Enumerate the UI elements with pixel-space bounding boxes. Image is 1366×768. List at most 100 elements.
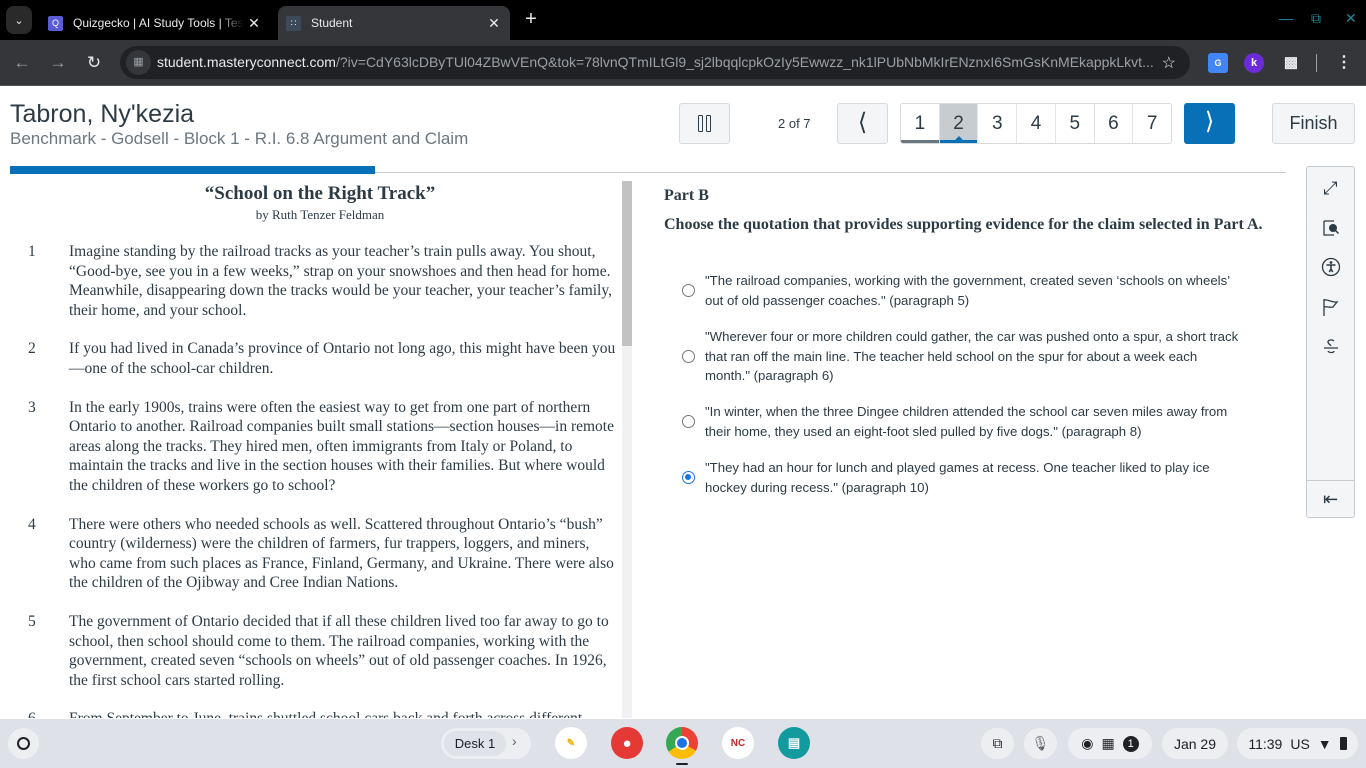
k-extension-icon[interactable]: k: [1244, 53, 1264, 73]
date-label: Jan 29: [1173, 735, 1217, 752]
time-label: 11:39: [1248, 735, 1283, 752]
previous-question-button[interactable]: ⟨: [837, 103, 888, 144]
classroom-app-icon[interactable]: ▤: [778, 727, 810, 759]
launcher-button[interactable]: [8, 728, 39, 759]
passage-paragraph: 4 There were others who needed schools as…: [0, 515, 631, 593]
answer-radio[interactable]: [682, 349, 695, 363]
tab-search-button[interactable]: ⌄: [6, 6, 32, 34]
browser-tab-strip: ⌄ Q Quizgecko | AI Study Tools | Test ✕ …: [0, 0, 1366, 40]
question-page-1[interactable]: 1: [901, 104, 940, 143]
question-page-2[interactable]: 2: [939, 104, 979, 143]
tools-sidebar: ⤢ ⇤: [1306, 166, 1355, 518]
finish-button[interactable]: Finish: [1272, 103, 1355, 144]
question-page-4[interactable]: 4: [1017, 104, 1056, 143]
question-page-5[interactable]: 5: [1055, 104, 1095, 143]
launcher-icon: [17, 737, 30, 750]
part-label: Part B: [664, 187, 709, 204]
answer-radio[interactable]: [682, 471, 695, 485]
dictation-button[interactable]: 🎙: [1024, 728, 1057, 759]
paragraph-number: 4: [28, 515, 36, 533]
status-tray[interactable]: ◉ ▦ 1: [1068, 728, 1152, 759]
toolbar-divider: [1316, 54, 1317, 72]
tab-student[interactable]: ∷ Student ✕: [278, 6, 510, 40]
paragraph-text: The government of Ontario decided that i…: [69, 612, 609, 689]
microphone-icon: 🎙: [1031, 735, 1050, 751]
close-tab-icon[interactable]: ✕: [244, 15, 264, 32]
reload-icon[interactable]: ↻: [82, 51, 106, 75]
flag-icon[interactable]: [1307, 292, 1354, 322]
expand-icon[interactable]: ⤢: [1307, 173, 1354, 203]
answer-option-text: "In winter, when the three Dingee childr…: [705, 404, 1228, 439]
back-arrow-icon[interactable]: ←: [10, 51, 34, 75]
question-prompt: Choose the quotation that provides suppo…: [664, 216, 1263, 233]
answer-option-text: "The railroad companies, working with th…: [705, 273, 1230, 308]
paragraph-number: 1: [28, 243, 36, 260]
passage-paragraph: 3 In the early 1900s, trains were often t…: [0, 398, 631, 496]
progress-bar-fill: [10, 166, 375, 174]
pause-button[interactable]: [679, 103, 730, 144]
date-tray[interactable]: Jan 29: [1162, 728, 1228, 759]
question-page-3[interactable]: 3: [978, 104, 1018, 143]
minimize-icon[interactable]: —: [1279, 10, 1293, 26]
more-menu-icon[interactable]: ⋮: [1334, 53, 1354, 73]
student-name: Tabron, Ny'kezia: [10, 100, 195, 128]
answer-option[interactable]: "In winter, when the three Dingee childr…: [682, 402, 1242, 441]
paragraph-text: From September to June, trains shuttled …: [69, 709, 617, 718]
chevron-down-icon: ⌄: [14, 14, 24, 27]
paragraph-text: If you had lived in Canada’s province of…: [69, 340, 616, 377]
desk-label: Desk 1: [444, 731, 506, 756]
desk-switcher[interactable]: Desk 1 ›: [441, 728, 531, 759]
passage-byline: by Ruth Tenzer Feldman: [255, 207, 385, 222]
reading-passage: “School on the Right Track” by Ruth Tenz…: [0, 181, 632, 718]
answer-option[interactable]: "They had an hour for lunch and played g…: [682, 458, 1242, 497]
new-tab-button[interactable]: +: [520, 8, 542, 30]
close-tab-icon[interactable]: ✕: [484, 15, 504, 32]
paint-app-icon[interactable]: ●: [611, 727, 643, 759]
wifi-icon: ▼: [1317, 735, 1332, 752]
restore-icon[interactable]: ⧉: [1311, 10, 1321, 27]
question-page-6[interactable]: 6: [1094, 104, 1134, 143]
next-question-button[interactable]: ⟩: [1184, 103, 1235, 144]
url-text[interactable]: student.masteryconnect.com/?iv=CdY63lcDB…: [157, 54, 1157, 70]
passage-scroll-thumb[interactable]: [622, 181, 632, 346]
tab-quizgecko[interactable]: Q Quizgecko | AI Study Tools | Test ✕: [40, 6, 270, 40]
masteryconnect-icon: ∷: [286, 15, 301, 31]
nc-test-icon[interactable]: NC: [722, 727, 754, 759]
collapse-sidebar-icon[interactable]: ⇤: [1307, 484, 1354, 514]
chevron-right-icon: ›: [512, 733, 517, 749]
paragraph-number: 3: [28, 398, 36, 416]
chrome-icon[interactable]: [666, 727, 698, 759]
holding-space-button[interactable]: ⧉: [981, 728, 1014, 759]
answer-radio[interactable]: [682, 415, 695, 429]
answer-option-text: "Wherever four or more children could ga…: [705, 329, 1239, 384]
notification-count-badge: 1: [1122, 735, 1139, 752]
answer-option[interactable]: "Wherever four or more children could ga…: [682, 327, 1242, 386]
question-page-7[interactable]: 7: [1133, 104, 1171, 143]
chevron-left-icon: ⟨: [857, 109, 868, 136]
strikethrough-icon[interactable]: [1307, 332, 1354, 362]
google-translate-icon[interactable]: G: [1208, 53, 1228, 73]
tools-divider: [1307, 480, 1354, 481]
bookmark-star-icon[interactable]: ☆: [1162, 53, 1176, 73]
close-window-icon[interactable]: ✕: [1345, 10, 1357, 27]
address-bar[interactable]: ▦ student.masteryconnect.com/?iv=CdY63lc…: [120, 46, 1190, 79]
holding-space-icon: ⧉: [992, 735, 1003, 751]
files-app-icon[interactable]: ✎: [555, 727, 587, 759]
active-app-indicator: [676, 763, 688, 765]
answer-radio[interactable]: [682, 284, 695, 298]
system-tray[interactable]: 11:39 US ▼: [1237, 728, 1358, 759]
extensions-puzzle-icon[interactable]: ▩: [1281, 53, 1301, 73]
paragraph-text: There were others who needed schools as …: [69, 515, 614, 592]
site-info-icon[interactable]: ▦: [126, 50, 151, 75]
answer-option-text: "They had an hour for lunch and played g…: [705, 460, 1210, 495]
forward-arrow-icon[interactable]: →: [46, 51, 70, 75]
answer-option[interactable]: "The railroad companies, working with th…: [682, 271, 1242, 310]
paragraph-text: Imagine standing by the railroad tracks …: [69, 243, 612, 319]
locale-label: US: [1290, 735, 1310, 752]
accessibility-icon[interactable]: [1307, 252, 1354, 282]
browser-toolbar: ← → ↻ ▦ student.masteryconnect.com/?iv=C…: [0, 40, 1366, 86]
magnifier-icon[interactable]: [1307, 213, 1354, 243]
tab-title: Student: [311, 16, 353, 30]
passage-paragraph: 5 The government of Ontario decided that …: [0, 612, 631, 690]
pause-icon: [698, 115, 711, 132]
